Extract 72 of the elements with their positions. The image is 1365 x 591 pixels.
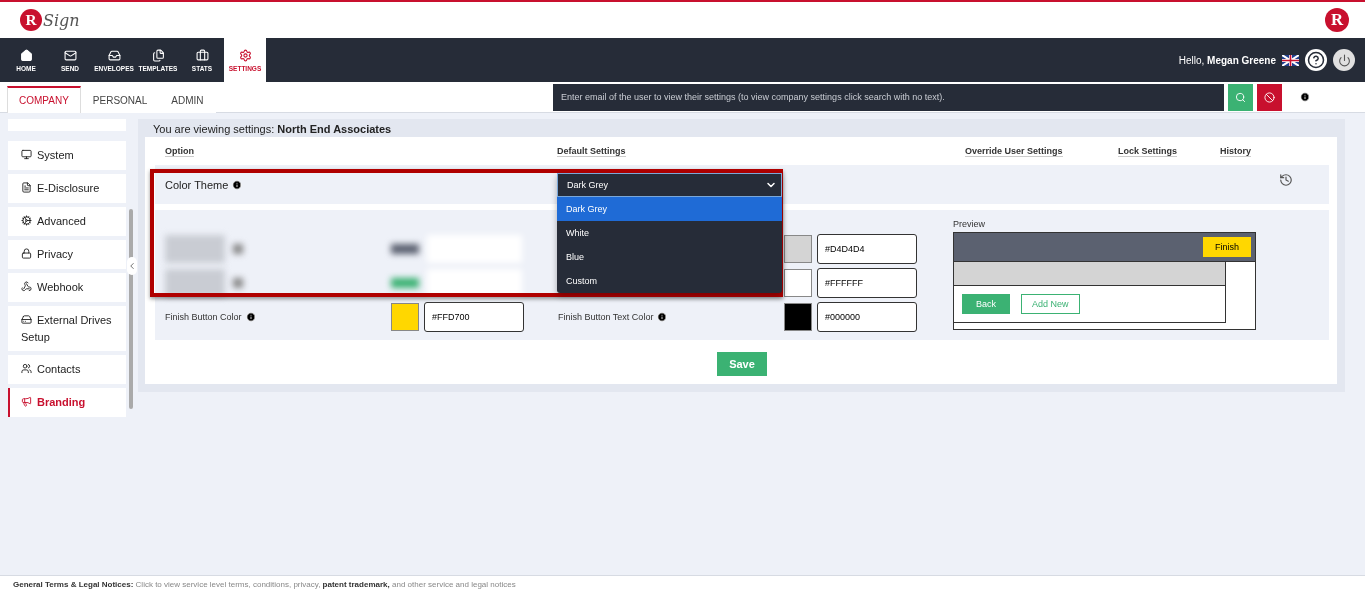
dropdown-value: Dark Grey bbox=[567, 180, 608, 190]
info-icon[interactable] bbox=[657, 312, 668, 322]
option-label: Color Theme bbox=[165, 178, 229, 191]
dropdown-option[interactable]: White bbox=[557, 221, 782, 245]
hex-input[interactable]: #000000 bbox=[817, 302, 917, 332]
footer-notice: General Terms & Legal Notices: Click to view service level terms, conditions, privacy, patent trademark, and other service and legal notices bbox=[0, 575, 1365, 591]
viewing-label: You are viewing settings: North End Associates bbox=[152, 123, 393, 137]
envelope-icon bbox=[63, 48, 77, 62]
add-new-button-preview: Add New bbox=[1021, 294, 1080, 314]
tray-icon bbox=[107, 48, 121, 62]
hex-input[interactable]: #D4D4D4 bbox=[817, 234, 917, 264]
field-label: Finish Button Color bbox=[165, 312, 242, 322]
dropdown-option[interactable]: Dark Grey bbox=[557, 197, 782, 221]
power-icon bbox=[1337, 53, 1351, 67]
settings-icon bbox=[238, 48, 252, 62]
power-button[interactable] bbox=[1333, 49, 1355, 71]
color-swatch[interactable] bbox=[784, 303, 812, 331]
sidebar-item[interactable]: Branding bbox=[8, 388, 126, 417]
tab[interactable]: COMPANY bbox=[7, 86, 81, 113]
column-header: Lock Settings bbox=[1118, 145, 1177, 157]
lock-icon bbox=[21, 248, 32, 259]
field-label: Finish Button Text Color bbox=[558, 312, 654, 322]
theme-dropdown[interactable]: Dark Grey Dark Grey White Blue Custom bbox=[557, 173, 782, 293]
webhook-icon bbox=[21, 281, 32, 292]
logo-wordmark: Sign bbox=[43, 10, 80, 30]
column-header: Default Settings bbox=[557, 145, 626, 157]
search-button[interactable] bbox=[1228, 83, 1253, 111]
megaphone-icon bbox=[21, 396, 32, 407]
column-header: History bbox=[1220, 145, 1251, 157]
help-icon bbox=[1307, 51, 1325, 69]
hex-input[interactable]: #FFFFFF bbox=[817, 268, 917, 298]
sidebar-item[interactable]: External Drives Setup bbox=[8, 306, 126, 351]
gears-icon bbox=[21, 215, 32, 226]
preview-title: Preview bbox=[953, 219, 985, 229]
logo-mark: R bbox=[20, 9, 42, 31]
documents-icon bbox=[151, 48, 165, 62]
color-swatch[interactable] bbox=[784, 269, 812, 297]
monitor-icon bbox=[21, 149, 32, 160]
column-header: Option bbox=[165, 145, 194, 157]
sidebar-item[interactable]: Advanced bbox=[8, 207, 126, 236]
column-header: Override User Settings bbox=[965, 145, 1063, 157]
document-icon bbox=[21, 182, 32, 193]
greeting: Hello, Megan Greene bbox=[1178, 54, 1276, 66]
info-icon[interactable] bbox=[1300, 92, 1310, 102]
sidebar-item[interactable]: System bbox=[8, 141, 126, 170]
flag-icon[interactable] bbox=[1282, 54, 1299, 66]
sidebar-item[interactable]: Contacts bbox=[8, 355, 126, 384]
sidebar-item[interactable]: Privacy bbox=[8, 240, 126, 269]
finish-button-preview: Finish bbox=[1203, 237, 1251, 257]
chevron-icon bbox=[127, 261, 137, 271]
briefcase-icon bbox=[195, 48, 209, 62]
hex-input[interactable]: #FFD700 bbox=[424, 302, 524, 332]
sidebar-item[interactable]: E-Disclosure bbox=[8, 174, 126, 203]
back-button-preview: Back bbox=[962, 294, 1010, 314]
color-swatch[interactable] bbox=[391, 303, 419, 331]
dropdown-option[interactable]: Custom bbox=[557, 269, 782, 293]
clear-button[interactable] bbox=[1257, 83, 1282, 111]
history-icon[interactable] bbox=[1279, 173, 1293, 187]
brand-badge: R bbox=[1325, 8, 1349, 32]
info-icon[interactable] bbox=[245, 312, 256, 322]
search-field[interactable]: Enter email of the user to view their settings (to view company settings click search with no text). bbox=[553, 83, 1224, 111]
color-swatch[interactable] bbox=[784, 235, 812, 263]
home-icon bbox=[19, 48, 33, 62]
help-button[interactable] bbox=[1305, 49, 1327, 71]
drive-icon bbox=[21, 314, 32, 325]
search-icon bbox=[1235, 91, 1246, 103]
info-icon[interactable] bbox=[232, 179, 243, 190]
sidebar-item[interactable]: Webhook bbox=[8, 273, 126, 302]
people-icon bbox=[21, 363, 32, 374]
ban-icon bbox=[1264, 91, 1275, 103]
dropdown-option[interactable]: Blue bbox=[557, 245, 782, 269]
scrollbar[interactable] bbox=[129, 209, 133, 409]
